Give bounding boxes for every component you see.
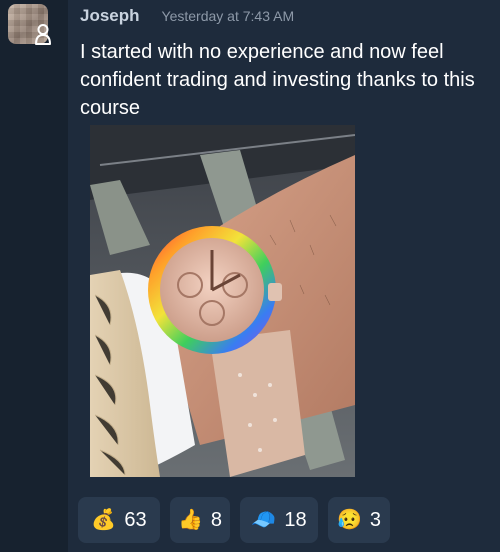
reaction-cap[interactable]: 🧢 18 bbox=[240, 497, 318, 543]
cap-icon: 🧢 bbox=[251, 509, 277, 531]
money-bag-icon: 💰 bbox=[91, 509, 117, 531]
message: Joseph Yesterday at 7:43 AM I started wi… bbox=[80, 6, 480, 122]
message-text: I started with no experience and now fee… bbox=[80, 41, 475, 119]
reaction-money-bag[interactable]: 💰 63 bbox=[78, 497, 160, 543]
message-header: Joseph Yesterday at 7:43 AM bbox=[80, 6, 480, 30]
reactions-bar: 💰 63 👍 8 🧢 18 😥 3 bbox=[78, 497, 390, 543]
reaction-count: 8 bbox=[210, 508, 223, 531]
left-gutter bbox=[0, 0, 68, 552]
sad-face-icon: 😥 bbox=[336, 509, 362, 531]
person-outline-icon bbox=[31, 22, 55, 46]
thumbs-up-icon: 👍 bbox=[177, 509, 203, 531]
reaction-count: 3 bbox=[369, 508, 382, 531]
watch-photo[interactable] bbox=[90, 125, 355, 477]
reaction-thumbs-up[interactable]: 👍 8 bbox=[170, 497, 230, 543]
reaction-count: 18 bbox=[284, 508, 307, 531]
reaction-sad-face[interactable]: 😥 3 bbox=[328, 497, 390, 543]
author-name[interactable]: Joseph bbox=[80, 6, 140, 26]
reaction-count: 63 bbox=[124, 508, 147, 531]
message-timestamp: Yesterday at 7:43 AM bbox=[161, 8, 295, 24]
